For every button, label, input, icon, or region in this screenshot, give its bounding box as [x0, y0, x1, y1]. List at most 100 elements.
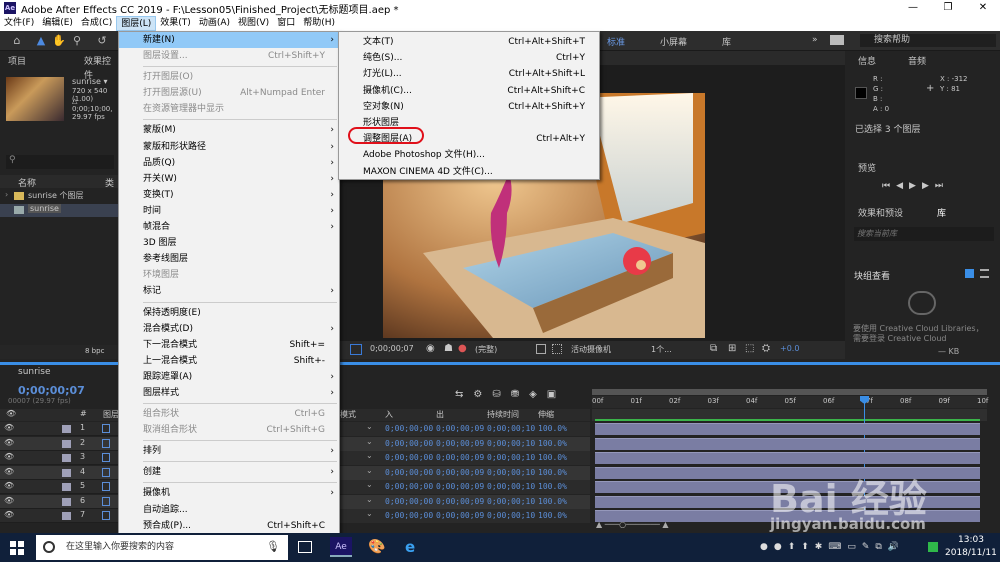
region-of-interest-icon[interactable]: [536, 344, 546, 354]
layer-menu-item[interactable]: 在资源管理器中显示: [119, 101, 339, 117]
timeline-cell-dur[interactable]: 0;00;00;10: [487, 466, 535, 480]
label-color-swatch[interactable]: [62, 439, 71, 448]
show-snapshot-icon[interactable]: ☗: [444, 343, 453, 354]
camera-select[interactable]: 活动摄像机: [571, 344, 611, 355]
workspace-small-screen[interactable]: 小屏幕: [660, 35, 687, 48]
work-area-bar[interactable]: [592, 389, 987, 395]
col-name-header[interactable]: 名称: [18, 176, 36, 189]
layer-row[interactable]: 👁 5: [0, 480, 120, 494]
timeline-cell-dur[interactable]: 0;00;00;10: [487, 422, 535, 436]
flowchart-icon[interactable]: ⛭: [762, 343, 770, 354]
menu-item[interactable]: 文件(F): [0, 16, 38, 31]
layer-menu-item[interactable]: 组合形状 Ctrl+G: [119, 406, 339, 422]
layer-row[interactable]: 👁 2: [0, 436, 120, 451]
menu-item[interactable]: 图层(L): [116, 16, 157, 31]
layer-menu-item[interactable]: 预合成(P)... Ctrl+Shift+C: [119, 518, 339, 534]
col-type-header[interactable]: 类: [105, 176, 114, 189]
menu-item[interactable]: 窗口: [273, 16, 299, 31]
timeline-cell-dur[interactable]: 0;00;00;10: [487, 437, 535, 451]
windows-start-icon[interactable]: [10, 541, 24, 555]
mode-dropdown-icon[interactable]: ⌄: [366, 466, 373, 475]
timeline-cell-out[interactable]: 0;00;00;09: [436, 466, 484, 480]
layer-menu-item[interactable]: 自动追踪...: [119, 502, 339, 518]
timeline-cell-out[interactable]: 0;00;00;09: [436, 495, 484, 509]
task-view-icon[interactable]: [298, 541, 312, 553]
layer-menu-item[interactable]: 下一混合模式 Shift+=: [119, 337, 339, 353]
timeline-cell-dur[interactable]: 0;00;00;10: [487, 480, 535, 494]
layer-menu-item[interactable]: 摄像机 ›: [119, 485, 339, 501]
timeline-cell-in[interactable]: 0;00;00;00: [385, 437, 433, 451]
layer-menu-item[interactable]: 取消组合形状 Ctrl+Shift+G: [119, 422, 339, 438]
timeline-cell-out[interactable]: 0;00;00;09: [436, 509, 484, 523]
visibility-icon[interactable]: 👁: [4, 510, 14, 519]
timeline-cell-out[interactable]: 0;00;00;09: [436, 480, 484, 494]
col-duration[interactable]: 持续时间: [487, 409, 519, 420]
search-help-input[interactable]: 搜索帮助: [860, 34, 996, 47]
visibility-icon[interactable]: 👁: [4, 481, 14, 490]
visibility-icon[interactable]: 👁: [4, 423, 14, 432]
layer-duration-bar[interactable]: [595, 452, 980, 464]
new-submenu-item[interactable]: 文本(T) Ctrl+Alt+Shift+T: [339, 34, 599, 50]
layer-menu-item[interactable]: 蒙版和形状路径 ›: [119, 139, 339, 155]
label-color-swatch[interactable]: [62, 425, 71, 433]
timeline-cell-in[interactable]: 0;00;00;00: [385, 509, 433, 523]
new-submenu-item[interactable]: 空对象(N) Ctrl+Alt+Shift+Y: [339, 99, 599, 115]
label-color-swatch[interactable]: [62, 483, 71, 491]
timeline-cell-out[interactable]: 0;00;00;09: [436, 437, 484, 451]
timeline-cell-st[interactable]: 100.0%: [538, 466, 567, 480]
mode-dropdown-icon[interactable]: ⌄: [366, 495, 373, 504]
timeline-cell-dur[interactable]: 0;00;00;10: [487, 451, 535, 465]
menu-item[interactable]: 编辑(E): [38, 16, 77, 31]
cc-message-2[interactable]: 需要登录 Creative Cloud: [853, 333, 946, 344]
edge-icon[interactable]: e: [405, 538, 415, 556]
viewer-timecode[interactable]: 0;00;00;07: [370, 344, 414, 353]
mode-dropdown-icon[interactable]: ⌄: [366, 437, 373, 446]
new-submenu-item[interactable]: 灯光(L)... Ctrl+Alt+Shift+L: [339, 66, 599, 82]
timeline-cell-in[interactable]: 0;00;00;00: [385, 480, 433, 494]
timeline-cell-in[interactable]: 0;00;00;00: [385, 495, 433, 509]
layer-menu-item[interactable]: 新建(N) ›: [119, 32, 339, 49]
layer-duration-bar[interactable]: [595, 437, 980, 450]
layer-menu-item[interactable]: 上一混合模式 Shift+-: [119, 353, 339, 369]
mode-dropdown-icon[interactable]: ⌄: [366, 509, 373, 518]
cortana-icon[interactable]: [43, 541, 55, 553]
list-view-icon[interactable]: [980, 269, 989, 278]
layer-row[interactable]: 👁 6: [0, 494, 120, 509]
new-submenu-item[interactable]: Adobe Photoshop 文件(H)...: [339, 147, 599, 163]
layer-menu-item[interactable]: 蒙版(M) ›: [119, 122, 339, 138]
visibility-icon[interactable]: 👁: [4, 438, 14, 447]
col-mode[interactable]: 模式: [340, 409, 356, 420]
timeline-timecode[interactable]: 0;00;00;07: [18, 384, 85, 397]
minimize-button[interactable]: —: [895, 0, 931, 16]
layer-menu-item[interactable]: 标记 ›: [119, 283, 339, 299]
audio-tab[interactable]: 音频: [908, 55, 926, 69]
ae-taskbar-icon[interactable]: Ae: [330, 537, 352, 557]
grid-view-icon[interactable]: [965, 269, 974, 278]
mode-dropdown-icon[interactable]: ⌄: [366, 422, 373, 431]
layer-menu-item[interactable]: 开关(W) ›: [119, 171, 339, 187]
layer-menu-item[interactable]: 环境图层: [119, 267, 339, 283]
timeline-cell-dur[interactable]: 0;00;00;10: [487, 495, 535, 509]
workspace-library[interactable]: 库: [722, 35, 731, 48]
timeline-comp-tab[interactable]: sunrise: [18, 367, 51, 377]
visibility-icon[interactable]: 👁: [4, 496, 14, 505]
layer-menu-item[interactable]: 创建 ›: [119, 464, 339, 480]
info-tab[interactable]: 信息: [858, 55, 876, 69]
layer-menu-item[interactable]: 参考线图层: [119, 251, 339, 267]
search-help-icon[interactable]: [830, 35, 844, 45]
new-submenu-item[interactable]: 摄像机(C)... Ctrl+Alt+Shift+C: [339, 83, 599, 99]
timeline-cell-out[interactable]: 0;00;00;09: [436, 451, 484, 465]
time-ruler[interactable]: 00f01f02f03f04f05f06f07f08f09f10f: [592, 396, 988, 408]
layer-menu-item[interactable]: 时间 ›: [119, 203, 339, 219]
library-tab[interactable]: 库: [937, 207, 946, 221]
taskbar-search-input[interactable]: 在这里输入你要搜索的内容: [36, 535, 288, 560]
close-button[interactable]: ✕: [965, 0, 1000, 16]
label-color-swatch[interactable]: [62, 468, 71, 477]
menu-item[interactable]: 视图(V): [234, 16, 273, 31]
toggle-transparency-icon[interactable]: [350, 344, 362, 355]
exposure-value[interactable]: +0.0: [780, 344, 799, 353]
project-item-comp[interactable]: sunrise: [0, 204, 118, 217]
new-submenu-item[interactable]: 纯色(S)... Ctrl+Y: [339, 50, 599, 66]
layer-row[interactable]: 👁 1: [0, 422, 120, 436]
label-color-swatch[interactable]: [62, 454, 71, 462]
